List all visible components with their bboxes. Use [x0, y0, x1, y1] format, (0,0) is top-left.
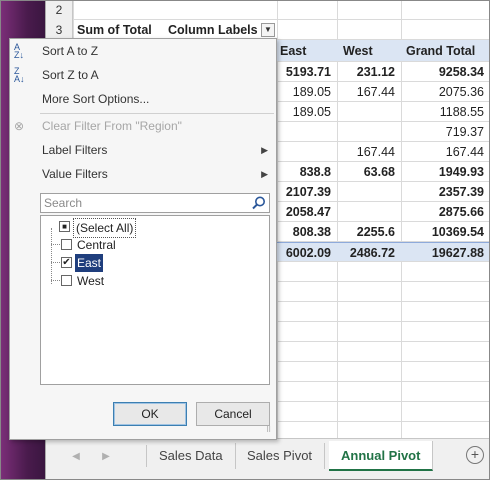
west-value[interactable] [337, 182, 401, 202]
tab-sales-data[interactable]: Sales Data [147, 443, 236, 469]
sort-ascending-icon: A Z↓ [14, 42, 24, 60]
sheet-tab-bar: ◀ ▶ Sales Data Sales Pivot Annual Pivot … [46, 438, 490, 480]
more-sort-options-label: More Sort Options... [42, 92, 150, 106]
value-filters-label: Value Filters [42, 167, 108, 181]
filter-values-list[interactable]: ■ (Select All) Central ✔ East West [40, 215, 270, 385]
value-filters-item[interactable]: Value Filters ▶ [10, 162, 276, 186]
west-value[interactable]: 2255.6 [337, 222, 401, 242]
east-value[interactable]: 838.8 [277, 162, 337, 182]
cancel-button[interactable]: Cancel [196, 402, 270, 426]
sum-of-total-label[interactable]: Sum of Total [77, 20, 167, 40]
central-checkbox[interactable] [61, 239, 72, 250]
column-labels-header[interactable]: Column Labels [168, 20, 268, 40]
sort-a-to-z-item[interactable]: A Z↓ Sort A to Z [10, 39, 276, 63]
pivot-header-east[interactable]: East [280, 40, 336, 60]
label-filters-label: Label Filters [42, 143, 108, 157]
tab-sales-pivot[interactable]: Sales Pivot [235, 443, 326, 469]
west-value[interactable]: 167.44 [337, 82, 401, 102]
search-placeholder: Search [44, 196, 83, 210]
grand-total-value[interactable]: 10369.54 [401, 222, 490, 242]
submenu-arrow-icon: ▶ [261, 145, 268, 155]
east-value[interactable]: 2107.39 [277, 182, 337, 202]
sort-a-to-z-label: Sort A to Z [42, 44, 99, 58]
label-filters-item[interactable]: Label Filters ▶ [10, 138, 276, 162]
west-value[interactable]: 167.44 [337, 142, 401, 162]
east-value[interactable]: 2058.47 [277, 202, 337, 222]
search-icon [252, 196, 265, 210]
west-value[interactable]: 231.12 [337, 62, 401, 82]
sort-z-to-a-item[interactable]: Z A↓ Sort Z to A [10, 63, 276, 87]
grand-total-value[interactable]: 1188.55 [401, 102, 490, 122]
add-sheet-icon[interactable]: + [466, 446, 484, 464]
grand-total-value[interactable]: 19627.88 [401, 243, 490, 263]
tree-line [51, 228, 60, 284]
sort-descending-icon: Z A↓ [14, 66, 25, 84]
pivot-header-west[interactable]: West [343, 40, 399, 60]
grand-total-value[interactable]: 719.37 [401, 122, 490, 142]
tree-line [51, 262, 60, 263]
grand-total-value[interactable]: 167.44 [401, 142, 490, 162]
grand-total-value[interactable]: 9258.34 [401, 62, 490, 82]
west-value[interactable] [337, 122, 401, 142]
ok-button[interactable]: OK [113, 402, 187, 426]
east-checkbox[interactable]: ✔ [61, 257, 72, 268]
tree-line [51, 280, 60, 281]
east-label: East [75, 254, 104, 272]
grand-total-value[interactable]: 2357.39 [401, 182, 490, 202]
pivot-header-grand-total[interactable]: Grand Total [406, 40, 488, 60]
grand-total-value[interactable]: 2875.66 [401, 202, 490, 222]
east-value[interactable]: 189.05 [277, 102, 337, 122]
row-header[interactable]: 2 [46, 0, 73, 20]
east-value[interactable]: 189.05 [277, 82, 337, 102]
sort-z-to-a-label: Sort Z to A [42, 68, 99, 82]
east-value[interactable]: 5193.71 [277, 62, 337, 82]
grand-east-value[interactable]: 6002.09 [277, 243, 337, 263]
west-checkbox[interactable] [61, 275, 72, 286]
west-value[interactable]: 63.68 [337, 162, 401, 182]
filter-dropdown-menu: A Z↓ Sort A to Z Z A↓ Sort Z to A More Sor… [9, 38, 277, 440]
select-all-checkbox[interactable]: ■ [59, 221, 70, 232]
submenu-arrow-icon: ▶ [261, 169, 268, 179]
sheet-row[interactable]: 2 [46, 0, 490, 20]
east-value[interactable]: 808.38 [277, 222, 337, 242]
tab-annual-pivot[interactable]: Annual Pivot [329, 441, 434, 471]
west-label: West [77, 274, 105, 288]
east-value[interactable] [277, 122, 337, 142]
filter-search-input[interactable]: Search [40, 193, 270, 213]
scroll-tabs-right-icon[interactable]: ▶ [98, 447, 114, 467]
grand-west-value[interactable]: 2486.72 [337, 243, 401, 263]
clear-filter-icon: ⊗ [14, 119, 25, 133]
resize-grip-icon[interactable]: ⠿ [266, 427, 274, 437]
east-value[interactable] [277, 142, 337, 162]
grand-total-value[interactable]: 2075.36 [401, 82, 490, 102]
grand-total-value[interactable]: 1949.93 [401, 162, 490, 182]
row-header[interactable]: 3 [46, 20, 73, 40]
clear-filter-item[interactable]: ⊗ Clear Filter From "Region" [10, 114, 276, 138]
tree-line [51, 244, 60, 245]
sheet-row[interactable]: 3 Sum of Total Column Labels ▼ [46, 20, 490, 40]
central-label: Central [77, 238, 116, 252]
west-value[interactable] [337, 102, 401, 122]
west-value[interactable] [337, 202, 401, 222]
clear-filter-label: Clear Filter From "Region" [42, 119, 182, 133]
more-sort-options-item[interactable]: More Sort Options... [10, 87, 276, 111]
scroll-tabs-left-icon[interactable]: ◀ [68, 447, 84, 467]
select-all-label: (Select All) [73, 218, 137, 238]
column-labels-dropdown-button[interactable]: ▼ [261, 23, 275, 37]
